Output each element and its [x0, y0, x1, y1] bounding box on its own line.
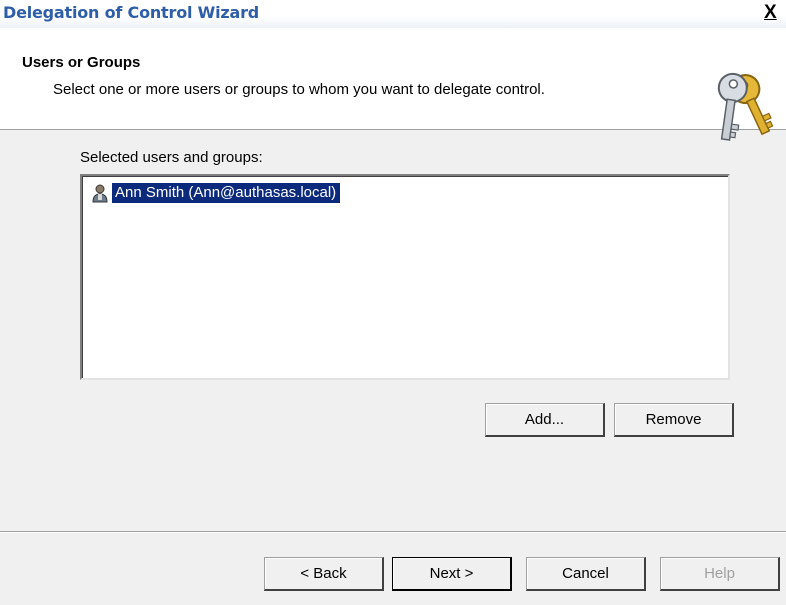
- cancel-button[interactable]: Cancel: [526, 557, 646, 591]
- close-icon: X: [764, 2, 777, 23]
- wizard-header: Users or Groups Select one or more users…: [0, 28, 786, 141]
- window-title: Delegation of Control Wizard: [3, 3, 260, 22]
- title-bar: Delegation of Control Wizard X: [0, 0, 786, 28]
- selected-users-label: Selected users and groups:: [80, 149, 263, 166]
- user-icon: [92, 184, 108, 203]
- remove-button[interactable]: Remove: [614, 403, 734, 437]
- page-title: Users or Groups: [22, 54, 141, 71]
- add-button[interactable]: Add...: [485, 403, 605, 437]
- help-button: Help: [660, 557, 780, 591]
- footer-separator: [0, 531, 786, 533]
- next-button[interactable]: Next >: [392, 557, 512, 591]
- list-item-label: Ann Smith (Ann@authasas.local): [112, 183, 341, 203]
- close-button[interactable]: X: [764, 3, 786, 25]
- back-button[interactable]: < Back: [264, 557, 384, 591]
- page-subtitle: Select one or more users or groups to wh…: [53, 81, 545, 98]
- list-item[interactable]: Ann Smith (Ann@authasas.local): [90, 182, 341, 204]
- selected-users-list[interactable]: Ann Smith (Ann@authasas.local): [80, 174, 730, 380]
- keys-icon: [717, 72, 774, 141]
